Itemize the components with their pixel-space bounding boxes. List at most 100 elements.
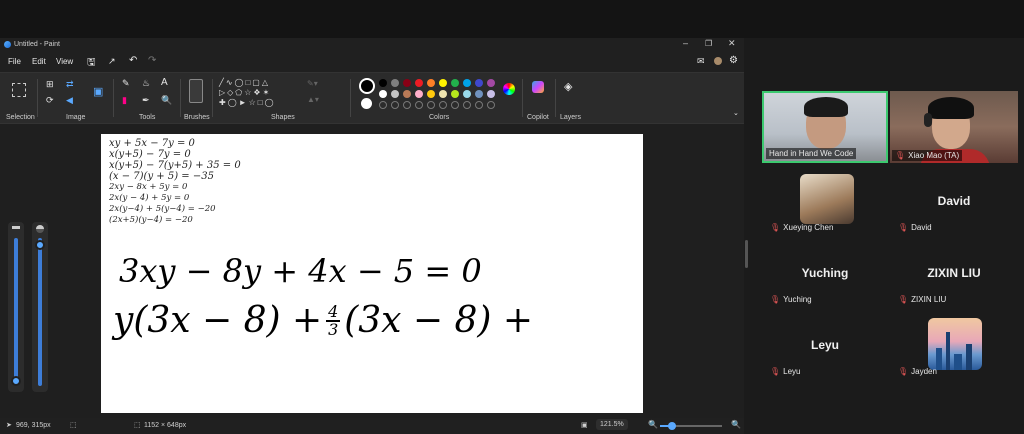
resize-icon[interactable]: ⇄ — [66, 79, 74, 90]
color-swatch[interactable] — [403, 90, 411, 98]
color-swatch[interactable] — [451, 79, 459, 87]
color-picker-icon[interactable]: ✒ — [142, 95, 150, 106]
feedback-icon[interactable]: ✉ — [697, 56, 705, 67]
account-avatar[interactable] — [714, 57, 722, 65]
color-swatch[interactable] — [475, 79, 483, 87]
participant-display-name: ZIXIN LIU — [927, 266, 981, 280]
panel-scrollbar[interactable] — [745, 240, 748, 268]
crop-icon[interactable]: ⊞ — [46, 79, 54, 90]
copilot-icon[interactable] — [532, 81, 544, 93]
menu-view[interactable]: View — [56, 57, 73, 66]
zoom-level[interactable]: 121.5% — [596, 419, 628, 430]
custom-color-slot[interactable] — [415, 101, 423, 109]
custom-color-slot[interactable] — [475, 101, 483, 109]
custom-color-slot[interactable] — [427, 101, 435, 109]
participant-tile[interactable]: David 🎙 David — [890, 166, 1018, 238]
color-swatch[interactable] — [403, 79, 411, 87]
opacity-icon — [36, 225, 44, 233]
custom-color-slot[interactable] — [463, 101, 471, 109]
color-swatch[interactable] — [463, 79, 471, 87]
custom-color-slot[interactable] — [403, 101, 411, 109]
fit-icon[interactable]: ▣ — [581, 421, 588, 429]
color-swatch[interactable] — [391, 79, 399, 87]
custom-color-slot[interactable] — [379, 101, 387, 109]
color-swatch[interactable] — [427, 79, 435, 87]
mic-off-icon: 🎙 — [770, 223, 781, 232]
color-swatch[interactable] — [379, 79, 387, 87]
outline-icon[interactable]: ✎▾ — [307, 79, 318, 88]
participant-tile[interactable]: Hand in Hand We Code — [762, 91, 888, 163]
rotate-icon[interactable]: ⟳ — [46, 95, 54, 106]
eq2-part-b: (3x − 8) + — [344, 300, 534, 341]
participant-tile[interactable]: 🎙 Jayden — [890, 310, 1018, 382]
mic-off-icon: 🎙 — [895, 151, 906, 160]
custom-color-slot[interactable] — [391, 101, 399, 109]
opacity-slider[interactable] — [32, 222, 48, 392]
participant-tile[interactable]: Leyu 🎙 Leyu — [762, 310, 888, 382]
selection-group: Selection — [0, 73, 36, 123]
color-swatch[interactable] — [439, 79, 447, 87]
participant-name: Hand in Hand We Code — [769, 149, 854, 158]
fill-shape-icon[interactable]: ▲▾ — [307, 95, 319, 104]
participant-tile[interactable]: 🎙 Xiao Mao (TA) — [890, 91, 1018, 163]
zoom-in-icon[interactable]: 🔍 — [731, 420, 741, 429]
brush-size-slider[interactable] — [8, 222, 24, 392]
ribbon-collapse-icon[interactable]: ⌄ — [733, 109, 739, 117]
undo-icon[interactable]: ↶ — [129, 55, 137, 66]
opacity-slider-thumb[interactable] — [35, 240, 45, 250]
fraction-numerator: 4 — [328, 301, 339, 321]
color-swatch[interactable] — [475, 90, 483, 98]
drawing-canvas[interactable]: xy + 5x − 7y = 0 x(y+5) − 7y = 0 x(y+5) … — [101, 134, 643, 413]
participant-tile[interactable]: 🎙 Xueying Chen — [762, 166, 888, 238]
custom-color-slot[interactable] — [439, 101, 447, 109]
color-swatch[interactable] — [487, 90, 495, 98]
color-swatch[interactable] — [439, 90, 447, 98]
shapes-group: ╱∿◯□▢△ ▷◇⬠☆❖✶ ✚◯►☆□◯ ✎▾ ▲▾ Shapes — [213, 73, 343, 123]
color-swatch[interactable] — [391, 90, 399, 98]
redo-icon[interactable]: ↷ — [148, 55, 156, 66]
color-swatch[interactable] — [415, 90, 423, 98]
selection-icon[interactable] — [12, 83, 26, 97]
color-swatch[interactable] — [427, 90, 435, 98]
participant-tile[interactable]: ZIXIN LIU 🎙 ZIXIN LIU — [890, 238, 1018, 310]
zoom-out-icon[interactable]: 🔍 — [648, 420, 658, 429]
canvas-area: xy + 5x − 7y = 0 x(y+5) − 7y = 0 x(y+5) … — [0, 124, 744, 420]
paint-window: Untitled - Paint – ❐ ✕ File Edit View 🖫 … — [0, 38, 744, 434]
custom-color-slot[interactable] — [487, 101, 495, 109]
participant-name: ZIXIN LIU — [911, 295, 947, 304]
maximize-button[interactable]: ❐ — [705, 39, 712, 48]
color-swatch[interactable] — [463, 90, 471, 98]
text-icon[interactable]: A — [161, 77, 168, 88]
menu-file[interactable]: File — [8, 57, 21, 66]
eraser-icon[interactable]: ▮ — [122, 95, 127, 106]
zoom-slider-thumb[interactable] — [668, 422, 676, 430]
brushes-label: Brushes — [184, 114, 210, 121]
settings-gear-icon[interactable]: ⚙ — [729, 55, 738, 66]
pencil-icon[interactable]: ✎ — [122, 78, 130, 89]
layers-icon[interactable]: ◈ — [564, 80, 572, 93]
custom-color-slot[interactable] — [451, 101, 459, 109]
magnifier-icon[interactable]: 🔍 — [161, 95, 172, 106]
skyline — [954, 354, 962, 370]
save-icon[interactable]: 🖫 — [87, 55, 96, 72]
size-slider-thumb[interactable] — [11, 376, 21, 386]
fill-icon[interactable]: ♨ — [142, 78, 150, 89]
close-button[interactable]: ✕ — [728, 38, 736, 49]
brush-icon[interactable] — [189, 79, 203, 103]
image-select-icon[interactable]: ▣ — [93, 85, 103, 98]
primary-color[interactable] — [359, 78, 375, 94]
color-swatch[interactable] — [415, 79, 423, 87]
color-swatch[interactable] — [451, 90, 459, 98]
share-icon[interactable]: ↗ — [108, 56, 116, 67]
menu-edit[interactable]: Edit — [32, 57, 46, 66]
shapes-gallery[interactable]: ╱∿◯□▢△ ▷◇⬠☆❖✶ ✚◯►☆□◯ — [219, 78, 276, 108]
participant-tile[interactable]: Yuching 🎙 Yuching — [762, 238, 888, 310]
edit-colors-icon[interactable] — [503, 83, 515, 95]
color-swatch[interactable] — [379, 90, 387, 98]
flip-icon[interactable]: ◀ — [66, 95, 73, 106]
minimize-button[interactable]: – — [683, 38, 688, 48]
secondary-color[interactable] — [361, 98, 372, 109]
color-swatch[interactable] — [487, 79, 495, 87]
note-line: xy + 5x − 7y = 0 — [109, 138, 195, 149]
big-equation-1: 3xy − 8y + 4x − 5 = 0 — [119, 252, 482, 290]
